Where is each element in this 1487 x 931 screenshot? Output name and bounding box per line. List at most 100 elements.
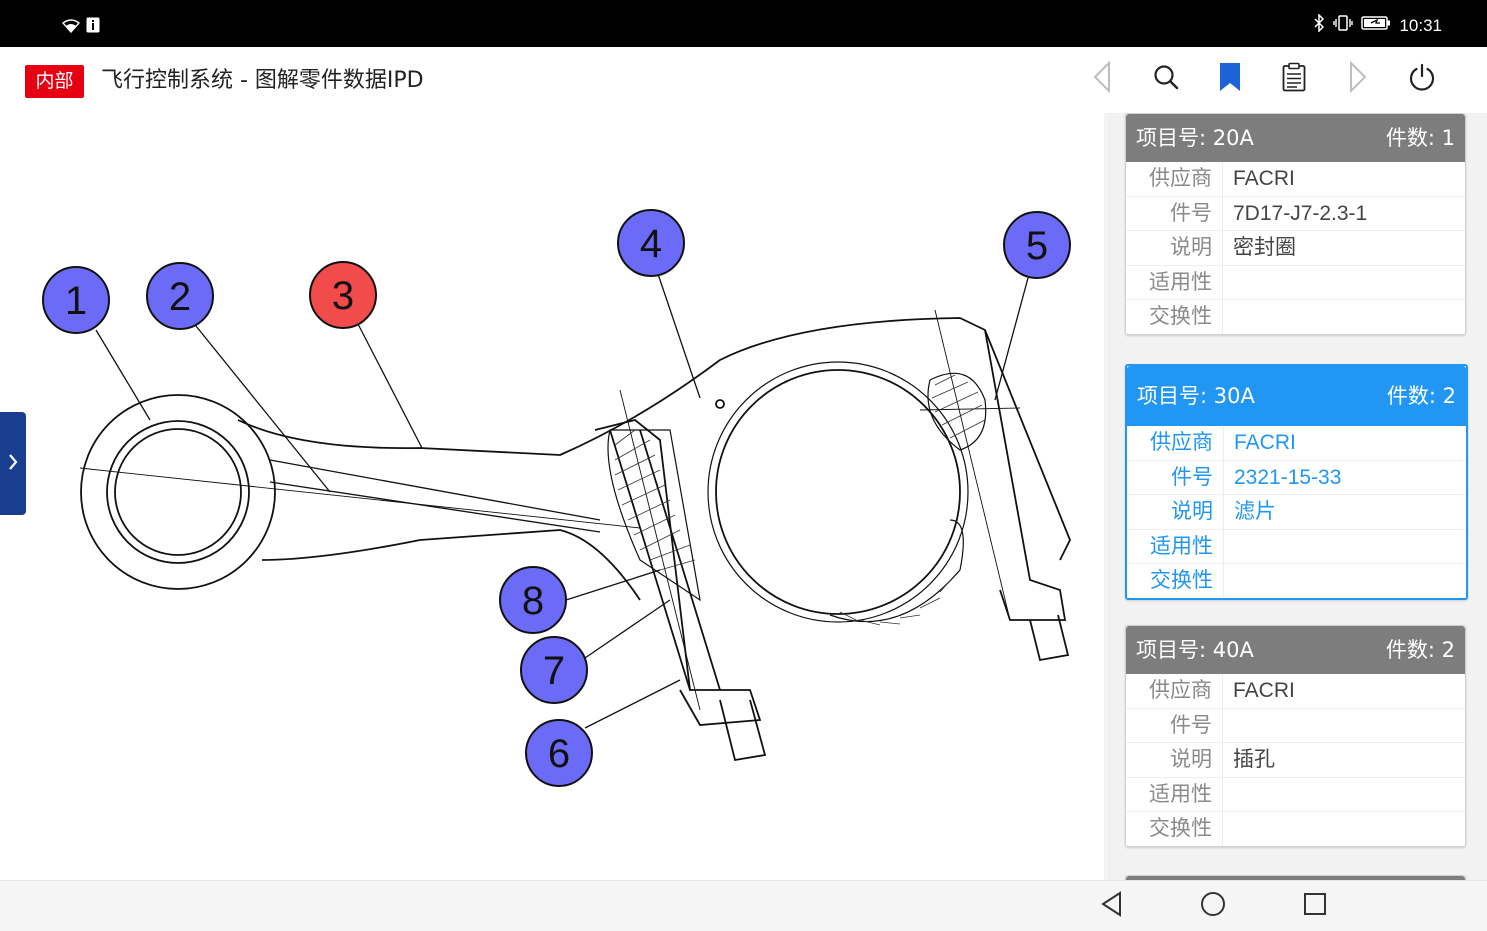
part-card-header: 项目号: 40A 件数: 2 <box>1126 626 1465 674</box>
recents-icon <box>1303 892 1327 920</box>
callout-8[interactable]: 8 <box>499 566 567 634</box>
interchangeability-value <box>1224 564 1234 598</box>
callout-2[interactable]: 2 <box>146 262 214 330</box>
svg-text:4: 4 <box>640 222 662 266</box>
interchangeability-row: 交换性 <box>1126 300 1465 334</box>
illustration-canvas[interactable]: 1 2 3 4 5 8 7 6 <box>0 113 1107 880</box>
applicability-row: 适用性 <box>1127 529 1466 564</box>
field-label: 适用性 <box>1126 265 1223 299</box>
field-label: 交换性 <box>1126 300 1223 334</box>
field-label: 适用性 <box>1127 529 1224 563</box>
field-label: 适用性 <box>1126 777 1223 811</box>
battery-icon <box>1361 15 1391 36</box>
app-bar: 内部 飞行控制系统 - 图解零件数据IPD <box>0 47 1487 114</box>
field-label: 交换性 <box>1126 812 1223 846</box>
part-card-header: 项目号: 30A 件数: 2 <box>1127 366 1466 426</box>
page-title: 飞行控制系统 - 图解零件数据IPD <box>101 68 424 93</box>
field-label: 说明 <box>1126 743 1223 777</box>
callout-7[interactable]: 7 <box>520 636 588 704</box>
svg-text:8: 8 <box>522 579 544 623</box>
callout-4[interactable]: 4 <box>617 209 685 277</box>
svg-text:3: 3 <box>332 274 354 318</box>
svg-text:6: 6 <box>548 732 570 776</box>
field-label: 说明 <box>1127 495 1224 529</box>
supplier-value: FACRI <box>1233 167 1295 190</box>
field-label: 说明 <box>1126 231 1223 265</box>
supplier-row: 供应商 FACRI <box>1126 162 1465 197</box>
applicability-value <box>1223 778 1233 812</box>
search-button[interactable] <box>1146 59 1186 99</box>
clipboard-icon <box>1282 62 1306 96</box>
interchangeability-row: 交换性 <box>1127 564 1466 598</box>
callout-5[interactable]: 5 <box>1003 211 1071 279</box>
field-label: 供应商 <box>1127 426 1224 460</box>
previous-button[interactable] <box>1082 59 1122 99</box>
description-value: 插孔 <box>1233 748 1275 771</box>
back-icon <box>1100 891 1124 921</box>
back-triangle-icon <box>1091 60 1113 97</box>
quantity: 件数: 1 <box>1385 126 1455 150</box>
part-card[interactable]: 项目号: 40A 件数: 2 供应商 FACRI 件号 说明 插孔 适用性 交换性 <box>1125 625 1466 847</box>
system-nav-bar <box>0 880 1487 931</box>
home-icon <box>1200 891 1226 921</box>
callout-1[interactable]: 1 <box>42 266 110 334</box>
bookmark-button[interactable] <box>1210 59 1250 99</box>
nav-recents-button[interactable] <box>1300 891 1330 921</box>
part-number-row: 件号 2321-15-33 <box>1127 460 1466 495</box>
part-number-value <box>1223 709 1233 743</box>
part-number-value: 2321-15-33 <box>1234 465 1342 489</box>
nav-home-button[interactable] <box>1198 891 1228 921</box>
supplier-row: 供应商 FACRI <box>1127 426 1466 461</box>
vibrate-icon <box>1333 14 1354 37</box>
part-card-header: 项目号: 20A 件数: 1 <box>1126 114 1465 162</box>
applicability-value <box>1223 266 1233 300</box>
drawer-toggle[interactable] <box>0 412 26 515</box>
part-number-value: 7D17-J7-2.3-1 <box>1233 201 1368 225</box>
applicability-value <box>1224 530 1234 564</box>
part-card[interactable]: 项目号: 20A 件数: 1 供应商 FACRI 件号 7D17-J7-2.3-1 … <box>1125 113 1466 335</box>
field-label: 件号 <box>1126 196 1223 230</box>
interchangeability-row: 交换性 <box>1126 812 1465 846</box>
field-label: 供应商 <box>1126 162 1223 196</box>
field-label: 件号 <box>1126 708 1223 742</box>
svg-text:2: 2 <box>169 275 191 319</box>
supplier-value: FACRI <box>1234 431 1296 454</box>
parts-list-panel[interactable]: 项目号: 20A 件数: 1 供应商 FACRI 件号 7D17-J7-2.3-1 … <box>1107 113 1487 880</box>
field-label: 供应商 <box>1126 674 1223 708</box>
search-icon <box>1153 64 1179 94</box>
callout-6[interactable]: 6 <box>525 719 593 787</box>
power-button[interactable] <box>1402 59 1442 99</box>
applicability-row: 适用性 <box>1126 265 1465 300</box>
description-row: 说明 滤片 <box>1127 495 1466 530</box>
interchangeability-value <box>1223 300 1233 334</box>
svg-text:7: 7 <box>543 649 565 693</box>
description-value: 密封圈 <box>1233 236 1296 259</box>
info-icon <box>86 17 100 37</box>
description-value: 滤片 <box>1234 500 1276 523</box>
notes-button[interactable] <box>1274 59 1314 99</box>
nav-back-button[interactable] <box>1097 891 1127 921</box>
field-label: 交换性 <box>1127 564 1224 598</box>
item-number: 项目号: 20A <box>1136 126 1254 150</box>
supplier-value: FACRI <box>1233 679 1295 702</box>
chevron-right-icon <box>7 452 19 476</box>
field-label: 件号 <box>1127 460 1224 494</box>
part-number-row: 件号 7D17-J7-2.3-1 <box>1126 196 1465 231</box>
description-row: 说明 密封圈 <box>1126 231 1465 266</box>
wifi-icon <box>61 18 81 37</box>
forward-triangle-icon <box>1347 60 1369 97</box>
interchangeability-value <box>1223 812 1233 846</box>
applicability-row: 适用性 <box>1126 777 1465 812</box>
bluetooth-icon <box>1313 13 1325 37</box>
item-number: 项目号: 30A <box>1137 384 1255 408</box>
svg-text:5: 5 <box>1026 224 1048 268</box>
part-number-row: 件号 <box>1126 708 1465 743</box>
internal-badge: 内部 <box>25 65 84 98</box>
next-button[interactable] <box>1338 59 1378 99</box>
part-card-selected[interactable]: 项目号: 30A 件数: 2 供应商 FACRI 件号 2321-15-33 说明滤… <box>1125 364 1468 600</box>
item-number: 项目号: 40A <box>1136 638 1254 662</box>
connecting-rod-drawing: 1 2 3 4 5 8 7 6 <box>42 209 1071 787</box>
bookmark-icon <box>1218 62 1242 96</box>
supplier-row: 供应商 FACRI <box>1126 674 1465 709</box>
callout-3[interactable]: 3 <box>309 261 377 329</box>
